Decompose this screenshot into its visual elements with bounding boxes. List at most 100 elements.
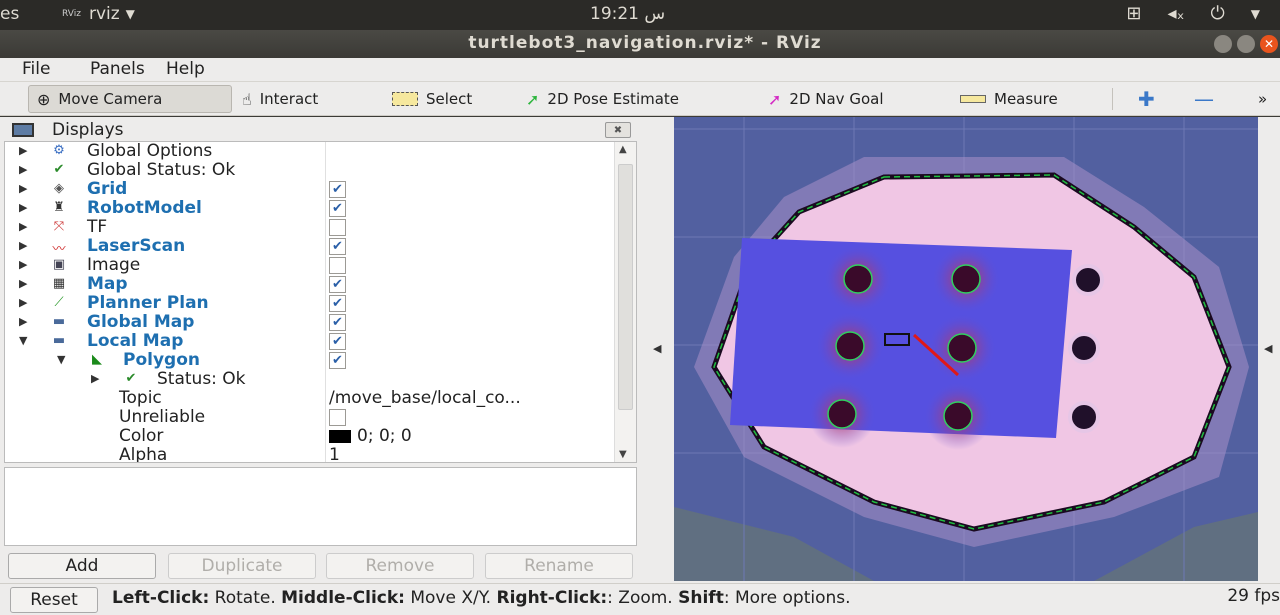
- displays-panel: Displays ✖ ▶ ⚙ Global Options ▶ ✔ Global…: [4, 117, 637, 581]
- tree-scrollbar[interactable]: ▲ ▼: [614, 142, 636, 462]
- tree-row-unreliable[interactable]: Unreliable: [5, 407, 617, 427]
- app-menu[interactable]: RViz rviz ▼: [62, 4, 135, 24]
- panel-splitter[interactable]: ◀: [638, 117, 674, 581]
- hand-icon: ☝: [242, 89, 252, 109]
- remove-button[interactable]: Remove: [326, 553, 474, 579]
- enable-checkbox[interactable]: ✔: [329, 200, 346, 217]
- enable-checkbox[interactable]: ✔: [329, 238, 346, 255]
- overflow-chevron-icon: »: [1258, 90, 1268, 108]
- mouse-hint: Left-Click: Rotate. Middle-Click: Move X…: [112, 588, 851, 608]
- select-tool[interactable]: Select: [384, 85, 480, 113]
- chevron-down-icon: ▼: [125, 7, 135, 21]
- clock[interactable]: 19:21 س: [590, 4, 665, 24]
- tree-row-local-map[interactable]: ▼ ▬ Local Map ✔: [5, 331, 617, 351]
- enable-checkbox[interactable]: [329, 219, 346, 236]
- expand-arrow-icon[interactable]: ▶: [19, 182, 27, 195]
- tree-row-global-options[interactable]: ▶ ⚙ Global Options: [5, 142, 617, 161]
- collapse-arrow-icon[interactable]: ▼: [19, 334, 27, 347]
- tree-row-global-map[interactable]: ▶ ▬ Global Map ✔: [5, 312, 617, 332]
- menu-help[interactable]: Help: [166, 59, 205, 79]
- collapse-left-icon[interactable]: ◀: [653, 342, 661, 355]
- move-camera-tool[interactable]: ⊕ Move Camera: [28, 85, 232, 113]
- expand-arrow-icon[interactable]: ▶: [19, 163, 27, 176]
- remove-tool-button[interactable]: —: [1186, 85, 1222, 113]
- expand-arrow-icon[interactable]: ▶: [19, 220, 27, 233]
- tree-row-topic[interactable]: Topic /move_base/local_co...: [5, 388, 617, 408]
- add-button[interactable]: Add: [8, 553, 156, 579]
- tree-row-tf[interactable]: ▶ ⤧ TF: [5, 217, 617, 237]
- tools-toolbar: ⊕ Move Camera ☝ Interact Select ➚ 2D Pos…: [0, 82, 1280, 116]
- tree-row-color[interactable]: Color 0; 0; 0: [5, 426, 617, 446]
- display-name: Polygon: [123, 350, 200, 370]
- enable-checkbox[interactable]: ✔: [329, 352, 346, 369]
- collapse-right-icon[interactable]: ◀: [1264, 342, 1272, 355]
- hint-shift: Shift: [678, 588, 724, 608]
- add-tool-button[interactable]: ✚: [1130, 85, 1163, 113]
- color-value-text: 0; 0; 0: [357, 426, 412, 446]
- expand-arrow-icon[interactable]: ▶: [19, 277, 27, 290]
- scroll-down-icon[interactable]: ▼: [619, 449, 627, 460]
- expand-arrow-icon[interactable]: ▶: [91, 372, 99, 385]
- expand-arrow-icon[interactable]: ▶: [19, 239, 27, 252]
- expand-arrow-icon[interactable]: ▶: [19, 315, 27, 328]
- power-icon[interactable]: ⏻: [1211, 3, 1225, 24]
- tree-row-grid[interactable]: ▶ ◈ Grid ✔: [5, 179, 617, 199]
- window-titlebar[interactable]: turtlebot3_navigation.rviz* - RViz ✕: [0, 30, 1280, 58]
- measure-tool[interactable]: Measure: [952, 85, 1066, 113]
- tree-row-image[interactable]: ▶ ▣ Image: [5, 255, 617, 275]
- property-value[interactable]: 1: [329, 445, 340, 462]
- checkmark-icon: ✔: [53, 162, 65, 177]
- expand-arrow-icon[interactable]: ▶: [19, 258, 27, 271]
- enable-checkbox[interactable]: ✔: [329, 276, 346, 293]
- right-splitter[interactable]: ◀: [1258, 117, 1280, 581]
- tree-row-alpha[interactable]: Alpha 1: [5, 445, 617, 462]
- grid-icon: ◈: [54, 181, 64, 196]
- toolbar-overflow-button[interactable]: »: [1250, 85, 1275, 113]
- nav-goal-tool[interactable]: ➚ 2D Nav Goal: [760, 85, 892, 113]
- property-name: Color: [119, 426, 164, 446]
- tree-row-robotmodel[interactable]: ▶ ♜ RobotModel ✔: [5, 198, 617, 218]
- enable-checkbox[interactable]: [329, 257, 346, 274]
- volume-muted-icon[interactable]: ◂ₓ: [1167, 3, 1184, 24]
- menu-panels[interactable]: Panels: [90, 59, 145, 79]
- tree-row-laserscan[interactable]: ▶ 〰 LaserScan ✔: [5, 236, 617, 257]
- tree-row-status-ok[interactable]: ▶ ✔ Status: Ok: [5, 369, 617, 389]
- enable-checkbox[interactable]: ✔: [329, 314, 346, 331]
- rename-button[interactable]: Rename: [485, 553, 633, 579]
- minimize-button[interactable]: [1214, 35, 1232, 53]
- interact-tool[interactable]: ☝ Interact: [234, 85, 326, 113]
- collapse-arrow-icon[interactable]: ▼: [57, 353, 65, 366]
- displays-tree[interactable]: ▶ ⚙ Global Options ▶ ✔ Global Status: Ok…: [4, 141, 637, 463]
- property-value[interactable]: /move_base/local_co...: [329, 388, 521, 408]
- enable-checkbox[interactable]: ✔: [329, 333, 346, 350]
- close-panel-button[interactable]: ✖: [605, 122, 631, 138]
- duplicate-button[interactable]: Duplicate: [168, 553, 316, 579]
- property-name: Unreliable: [119, 407, 206, 427]
- tree-row-global-status[interactable]: ▶ ✔ Global Status: Ok: [5, 160, 617, 180]
- scroll-thumb[interactable]: [618, 164, 633, 410]
- tree-row-planner-plan[interactable]: ▶ ⟋ Planner Plan ✔: [5, 293, 617, 313]
- scroll-up-icon[interactable]: ▲: [619, 144, 627, 155]
- enable-checkbox[interactable]: ✔: [329, 295, 346, 312]
- polygon-icon: ◣: [92, 352, 102, 367]
- reset-button[interactable]: Reset: [10, 587, 98, 613]
- enable-checkbox[interactable]: ✔: [329, 181, 346, 198]
- tf-axes-icon: ⤧: [53, 219, 65, 234]
- unreliable-checkbox[interactable]: [329, 409, 346, 426]
- render-3d-view[interactable]: [674, 117, 1258, 581]
- expand-arrow-icon[interactable]: ▶: [19, 144, 27, 157]
- expand-arrow-icon[interactable]: ▶: [19, 296, 27, 309]
- tree-row-polygon[interactable]: ▼ ◣ Polygon ✔: [5, 350, 617, 370]
- tree-row-map[interactable]: ▶ ▦ Map ✔: [5, 274, 617, 294]
- maximize-button[interactable]: [1237, 35, 1255, 53]
- system-tray[interactable]: ⊞ ◂ₓ ⏻ ▼: [1126, 3, 1260, 24]
- expand-arrow-icon[interactable]: ▶: [19, 201, 27, 214]
- close-button[interactable]: ✕: [1260, 35, 1278, 53]
- activities-fragment[interactable]: es: [0, 4, 19, 24]
- menu-file[interactable]: File: [22, 59, 50, 79]
- folder-icon: ▬: [52, 333, 66, 348]
- property-value[interactable]: 0; 0; 0: [329, 426, 412, 446]
- pose-estimate-tool[interactable]: ➚ 2D Pose Estimate: [518, 85, 687, 113]
- network-icon[interactable]: ⊞: [1126, 3, 1141, 24]
- chevron-down-icon[interactable]: ▼: [1251, 7, 1260, 24]
